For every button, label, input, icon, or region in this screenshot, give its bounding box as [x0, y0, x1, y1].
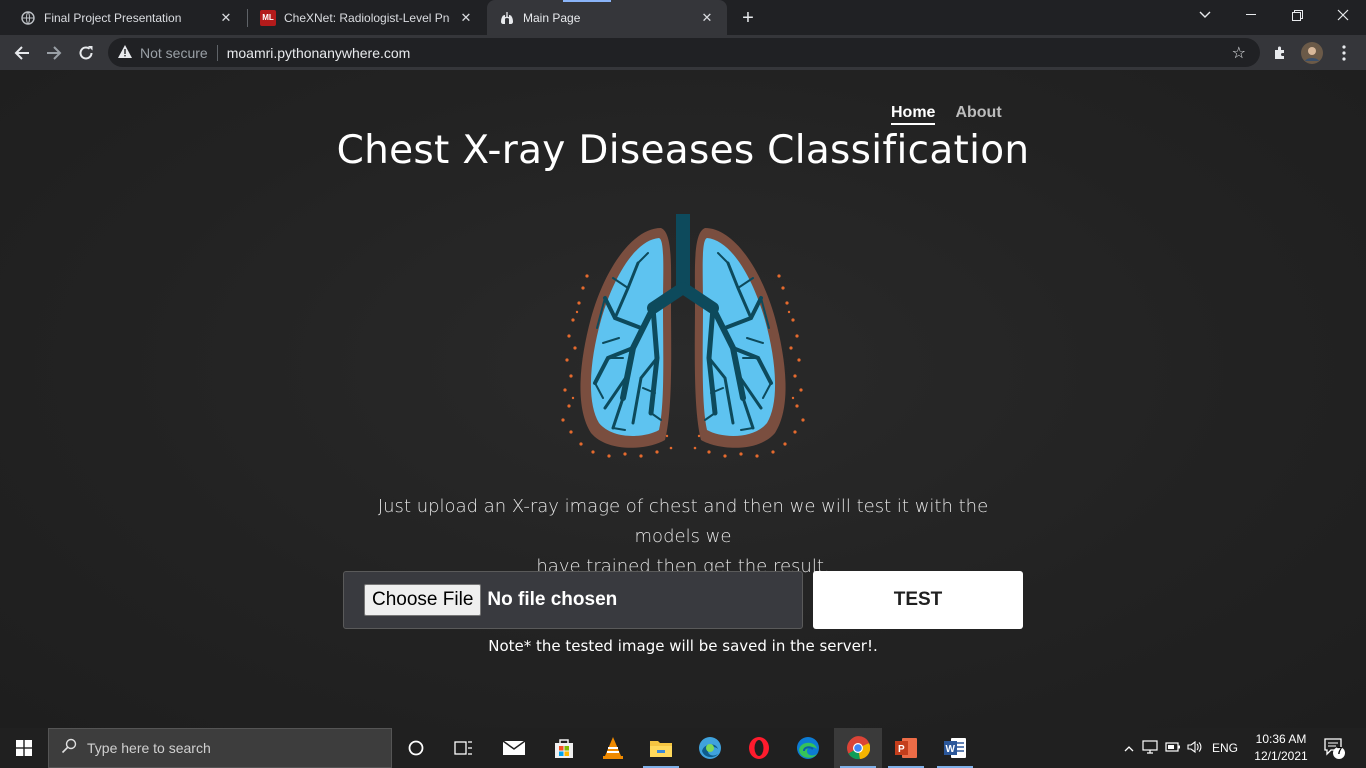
back-arrow-icon[interactable]: [8, 39, 36, 67]
search-icon: [61, 738, 77, 759]
taskbar-search-box[interactable]: Type here to search: [48, 728, 392, 768]
show-hidden-icons-chevron-icon[interactable]: [1120, 741, 1138, 755]
description-line-1: Just upload an X-ray image of chest and …: [377, 496, 989, 547]
chrome-icon[interactable]: [834, 728, 882, 768]
windows-taskbar: Type here to search P W ENG 10:36 AM 12/…: [0, 728, 1366, 768]
word-icon[interactable]: W: [931, 728, 979, 768]
web-page: Home About Chest X-ray Diseases Classifi…: [0, 70, 1366, 728]
tab-loading-indicator: [563, 0, 611, 2]
task-view-icon[interactable]: [440, 728, 488, 768]
svg-text:W: W: [946, 744, 956, 755]
close-tab-icon[interactable]: ✕: [458, 10, 474, 26]
battery-icon[interactable]: [1162, 741, 1184, 755]
reload-icon[interactable]: [72, 39, 100, 67]
nav-home-link[interactable]: Home: [891, 104, 936, 125]
page-title: Chest X-ray Diseases Classification: [336, 128, 1030, 173]
windows-start-icon[interactable]: [0, 728, 48, 768]
tab-title: Final Project Presentation: [44, 10, 182, 25]
lungs-icon: [499, 10, 515, 26]
tab-title: CheXNet: Radiologist-Level Pneu: [284, 10, 450, 25]
site-nav: Home About: [891, 104, 1002, 125]
new-tab-button[interactable]: +: [736, 6, 760, 30]
omnibox-divider: [216, 44, 218, 61]
tab-chexnet[interactable]: ML CheXNet: Radiologist-Level Pneu ✕: [248, 0, 486, 35]
restore-window-button[interactable]: [1274, 0, 1320, 30]
test-button[interactable]: TEST: [813, 571, 1023, 629]
choose-file-button[interactable]: Choose File: [364, 584, 482, 616]
store-icon[interactable]: [540, 728, 588, 768]
search-placeholder: Type here to search: [87, 740, 211, 756]
close-window-button[interactable]: [1320, 0, 1366, 30]
clock-time: 10:36 AM: [1255, 732, 1307, 746]
mail-icon[interactable]: [490, 728, 538, 768]
cortana-icon[interactable]: [392, 728, 440, 768]
server-note: Note* the tested image will be saved in …: [488, 637, 878, 655]
forward-arrow-icon[interactable]: [40, 39, 68, 67]
globe-icon: [20, 10, 36, 26]
file-status-text: No file chosen: [487, 589, 618, 610]
close-tab-icon[interactable]: ✕: [699, 10, 715, 26]
warning-icon[interactable]: [118, 44, 132, 61]
edge-icon[interactable]: [784, 728, 832, 768]
browser-tab-strip: Final Project Presentation ✕ ML CheXNet:…: [0, 0, 1366, 35]
system-tray: ENG: [1120, 728, 1238, 768]
edge-dev-icon[interactable]: [686, 728, 734, 768]
vlc-icon[interactable]: [589, 728, 637, 768]
address-bar[interactable]: Not secure moamri.pythonanywhere.com ☆: [108, 38, 1260, 67]
minimize-window-button[interactable]: [1228, 0, 1274, 30]
browser-menu-icon[interactable]: [1330, 39, 1358, 67]
svg-text:P: P: [898, 744, 905, 755]
security-label[interactable]: Not secure: [140, 45, 208, 61]
extensions-puzzle-icon[interactable]: [1266, 39, 1294, 67]
lungs-illustration: [561, 214, 805, 458]
nav-about-link[interactable]: About: [955, 104, 1001, 125]
opera-icon[interactable]: [735, 728, 783, 768]
browser-toolbar: Not secure moamri.pythonanywhere.com ☆: [0, 35, 1366, 70]
clock-date: 12/1/2021: [1254, 749, 1308, 763]
language-indicator[interactable]: ENG: [1212, 741, 1238, 755]
url-text[interactable]: moamri.pythonanywhere.com: [227, 45, 411, 61]
network-icon[interactable]: [1138, 739, 1162, 757]
ml-logo-icon: ML: [260, 9, 276, 26]
close-tab-icon[interactable]: ✕: [218, 10, 234, 26]
powerpoint-icon[interactable]: P: [882, 728, 930, 768]
file-explorer-icon[interactable]: [637, 728, 685, 768]
profile-avatar[interactable]: [1298, 39, 1326, 67]
notification-center-icon[interactable]: 7: [1322, 736, 1346, 760]
notification-count-badge: 7: [1336, 746, 1343, 757]
tab-search-chevron-icon[interactable]: [1182, 0, 1228, 30]
taskbar-clock[interactable]: 10:36 AM 12/1/2021: [1246, 731, 1316, 765]
file-upload-input[interactable]: Choose File No file chosen: [343, 571, 803, 629]
tab-main-page[interactable]: Main Page ✕: [487, 0, 727, 35]
upload-description: Just upload an X-ray image of chest and …: [343, 492, 1023, 582]
bookmark-star-icon[interactable]: ☆: [1232, 43, 1246, 63]
volume-icon[interactable]: [1184, 740, 1206, 757]
tab-title: Main Page: [523, 10, 581, 25]
tab-final-project-presentation[interactable]: Final Project Presentation ✕: [8, 0, 246, 35]
